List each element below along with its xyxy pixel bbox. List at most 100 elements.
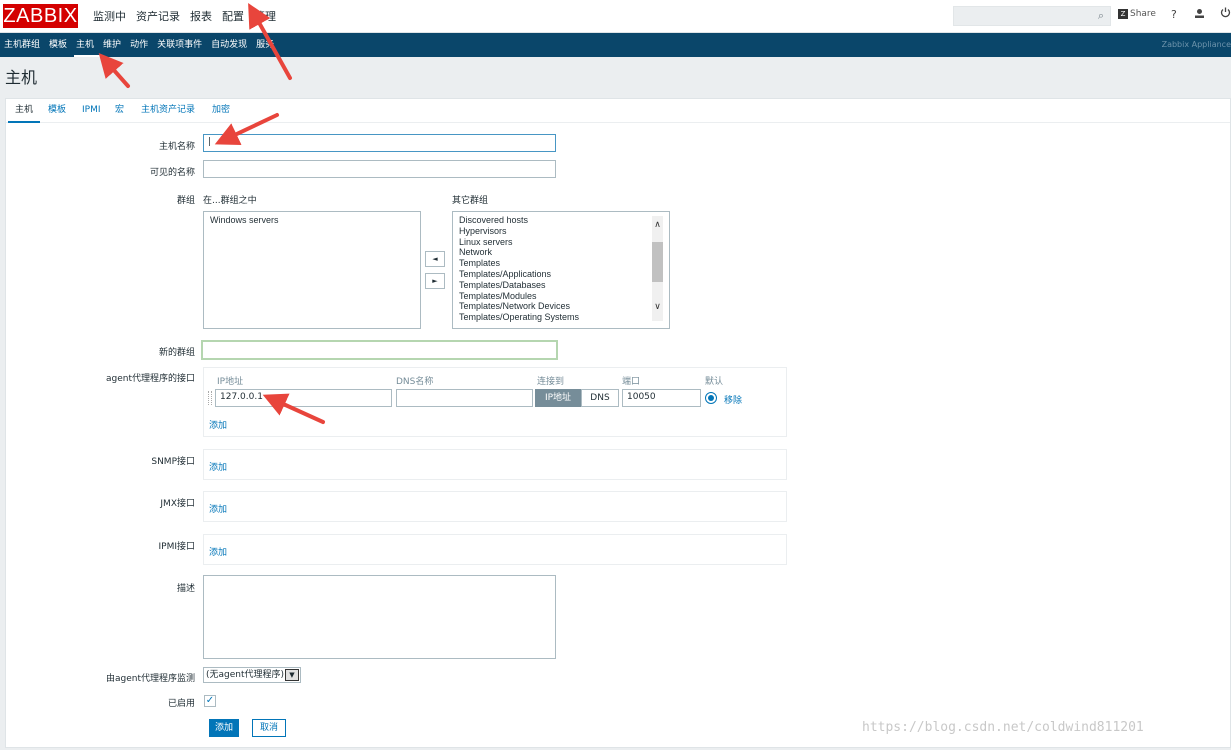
subnav-templates[interactable]: 模板	[47, 33, 74, 57]
subnav-discovery[interactable]: 自动发现	[209, 33, 254, 57]
ipmi-interfaces-label: IPMI接口	[158, 542, 195, 552]
appliance-label: Zabbix Appliance	[1161, 40, 1231, 49]
connect-dns-toggle[interactable]: DNS	[581, 389, 619, 407]
subnav-services[interactable]: 服务	[254, 33, 281, 57]
port-input[interactable]: 10050	[622, 389, 701, 407]
main-nav: 监测中 资产记录 报表 配置 管理	[90, 0, 283, 33]
ip-column-header: IP地址	[217, 377, 244, 387]
list-item[interactable]: Network	[459, 247, 663, 258]
jmx-interfaces-label: JMX接口	[160, 499, 195, 509]
list-item[interactable]: Templates/Databases	[459, 280, 663, 291]
search-input[interactable]: ⌕	[953, 6, 1111, 26]
share-button[interactable]: Z Share	[1118, 9, 1156, 19]
connect-ip-toggle[interactable]: IP地址	[535, 389, 581, 407]
snmp-interfaces-label: SNMP接口	[151, 457, 195, 467]
new-group-label: 新的群组	[158, 348, 195, 358]
move-left-button[interactable]: ◄	[425, 251, 445, 267]
top-bar: ZABBIX 监测中 资产记录 报表 配置 管理 ⌕ Z Share ?	[0, 0, 1231, 33]
subnav-host-groups[interactable]: 主机群组	[2, 33, 47, 57]
dns-column-header: DNS名称	[396, 377, 434, 387]
tab-ipmi[interactable]: IPMI	[82, 99, 101, 123]
user-profile-icon[interactable]	[1194, 8, 1205, 22]
tab-macros[interactable]: 宏	[115, 99, 124, 123]
jmx-interfaces-box: 添加	[203, 491, 787, 522]
list-item[interactable]: Templates/Applications	[459, 269, 663, 280]
ip-address-input[interactable]: 127.0.0.1	[215, 389, 392, 407]
list-item[interactable]: Templates	[459, 258, 663, 269]
other-groups-list[interactable]: Discovered hosts Hypervisors Linux serve…	[452, 211, 670, 329]
share-icon: Z	[1118, 9, 1128, 19]
snmp-interfaces-box: 添加	[203, 449, 787, 480]
cancel-button[interactable]: 取消	[252, 719, 286, 737]
new-group-input[interactable]	[201, 340, 558, 360]
sub-nav: 主机群组 模板 主机 维护 动作 关联项事件 自动发现 服务 Zabbix Ap…	[0, 33, 1231, 57]
connect-column-header: 连接到	[537, 377, 565, 387]
agent-interfaces-box: IP地址 DNS名称 连接到 端口 默认 127.0.0.1 IP地址 DNS …	[203, 367, 787, 437]
chevron-up-icon[interactable]: ∧	[652, 220, 663, 230]
nav-configuration[interactable]: 配置	[219, 0, 251, 33]
list-item[interactable]: Templates/Network Devices	[459, 301, 663, 312]
proxy-select[interactable]: (无agent代理程序) ▼	[203, 667, 301, 683]
subnav-hosts[interactable]: 主机	[74, 33, 101, 57]
description-label: 描述	[176, 584, 195, 594]
add-button[interactable]: 添加	[209, 719, 239, 737]
nav-administration[interactable]: 管理	[251, 0, 283, 33]
chevron-down-icon[interactable]: ∨	[652, 302, 663, 312]
nav-reports[interactable]: 报表	[187, 0, 219, 33]
host-form-panel: 主机 模板 IPMI 宏 主机资产记录 加密 主机名称 | 可见的名称 群组 在…	[5, 98, 1231, 748]
other-groups-label: 其它群组	[452, 196, 489, 206]
host-name-label: 主机名称	[158, 142, 195, 152]
list-item[interactable]: Hypervisors	[459, 226, 663, 237]
in-groups-list[interactable]: Windows servers	[203, 211, 421, 329]
add-agent-interface-link[interactable]: 添加	[209, 418, 227, 431]
default-interface-radio[interactable]	[705, 392, 717, 404]
nav-inventory[interactable]: 资产记录	[133, 0, 187, 33]
list-item[interactable]: Linux servers	[459, 237, 663, 248]
chevron-down-icon[interactable]: ▼	[285, 669, 299, 681]
tab-host[interactable]: 主机	[8, 99, 40, 123]
arrow-to-hosts	[98, 53, 130, 88]
description-textarea[interactable]	[203, 575, 556, 659]
page-title: 主机	[5, 68, 38, 87]
drag-handle-icon[interactable]	[208, 391, 212, 405]
search-icon[interactable]: ⌕	[1098, 9, 1104, 23]
enabled-checkbox[interactable]: ✓	[204, 695, 216, 707]
subnav-actions[interactable]: 动作	[128, 33, 155, 57]
remove-interface-link[interactable]: 移除	[724, 393, 742, 406]
agent-interfaces-label: agent代理程序的接口	[106, 374, 195, 384]
other-groups-scrollbar[interactable]: ∧ ∨	[652, 216, 663, 321]
form-tabs: 主机 模板 IPMI 宏 主机资产记录 加密	[6, 99, 1230, 123]
tab-encryption[interactable]: 加密	[212, 99, 230, 123]
ipmi-interfaces-box: 添加	[203, 534, 787, 565]
subnav-correlation[interactable]: 关联项事件	[155, 33, 209, 57]
enabled-label: 已启用	[167, 699, 195, 709]
move-right-button[interactable]: ►	[425, 273, 445, 289]
in-groups-label: 在...群组之中	[203, 196, 257, 206]
list-item[interactable]: Templates/Operating Systems	[459, 312, 663, 323]
add-snmp-interface-link[interactable]: 添加	[209, 460, 227, 473]
nav-monitoring[interactable]: 监测中	[90, 0, 133, 33]
add-jmx-interface-link[interactable]: 添加	[209, 502, 227, 515]
tab-inventory[interactable]: 主机资产记录	[141, 99, 195, 123]
proxy-select-value: (无agent代理程序)	[206, 670, 285, 680]
add-ipmi-interface-link[interactable]: 添加	[209, 545, 227, 558]
share-label: Share	[1130, 9, 1156, 19]
visible-name-input[interactable]	[203, 160, 556, 178]
subnav-maintenance[interactable]: 维护	[101, 33, 128, 57]
tab-templates[interactable]: 模板	[48, 99, 66, 123]
zabbix-logo[interactable]: ZABBIX	[3, 4, 78, 28]
list-item[interactable]: Templates/Modules	[459, 291, 663, 302]
visible-name-label: 可见的名称	[149, 168, 195, 178]
default-column-header: 默认	[705, 377, 724, 387]
list-item[interactable]: Windows servers	[210, 215, 414, 226]
help-icon[interactable]: ?	[1171, 8, 1177, 21]
scrollbar-thumb[interactable]	[652, 242, 663, 282]
watermark: https://blog.csdn.net/coldwind811201	[862, 720, 1144, 735]
groups-label: 群组	[176, 196, 195, 206]
monitored-by-proxy-label: 由agent代理程序监测	[106, 674, 195, 684]
dns-name-input[interactable]	[396, 389, 533, 407]
host-name-input[interactable]: |	[203, 134, 556, 152]
port-column-header: 端口	[622, 377, 641, 387]
sign-out-icon[interactable]	[1220, 7, 1231, 21]
list-item[interactable]: Discovered hosts	[459, 215, 663, 226]
